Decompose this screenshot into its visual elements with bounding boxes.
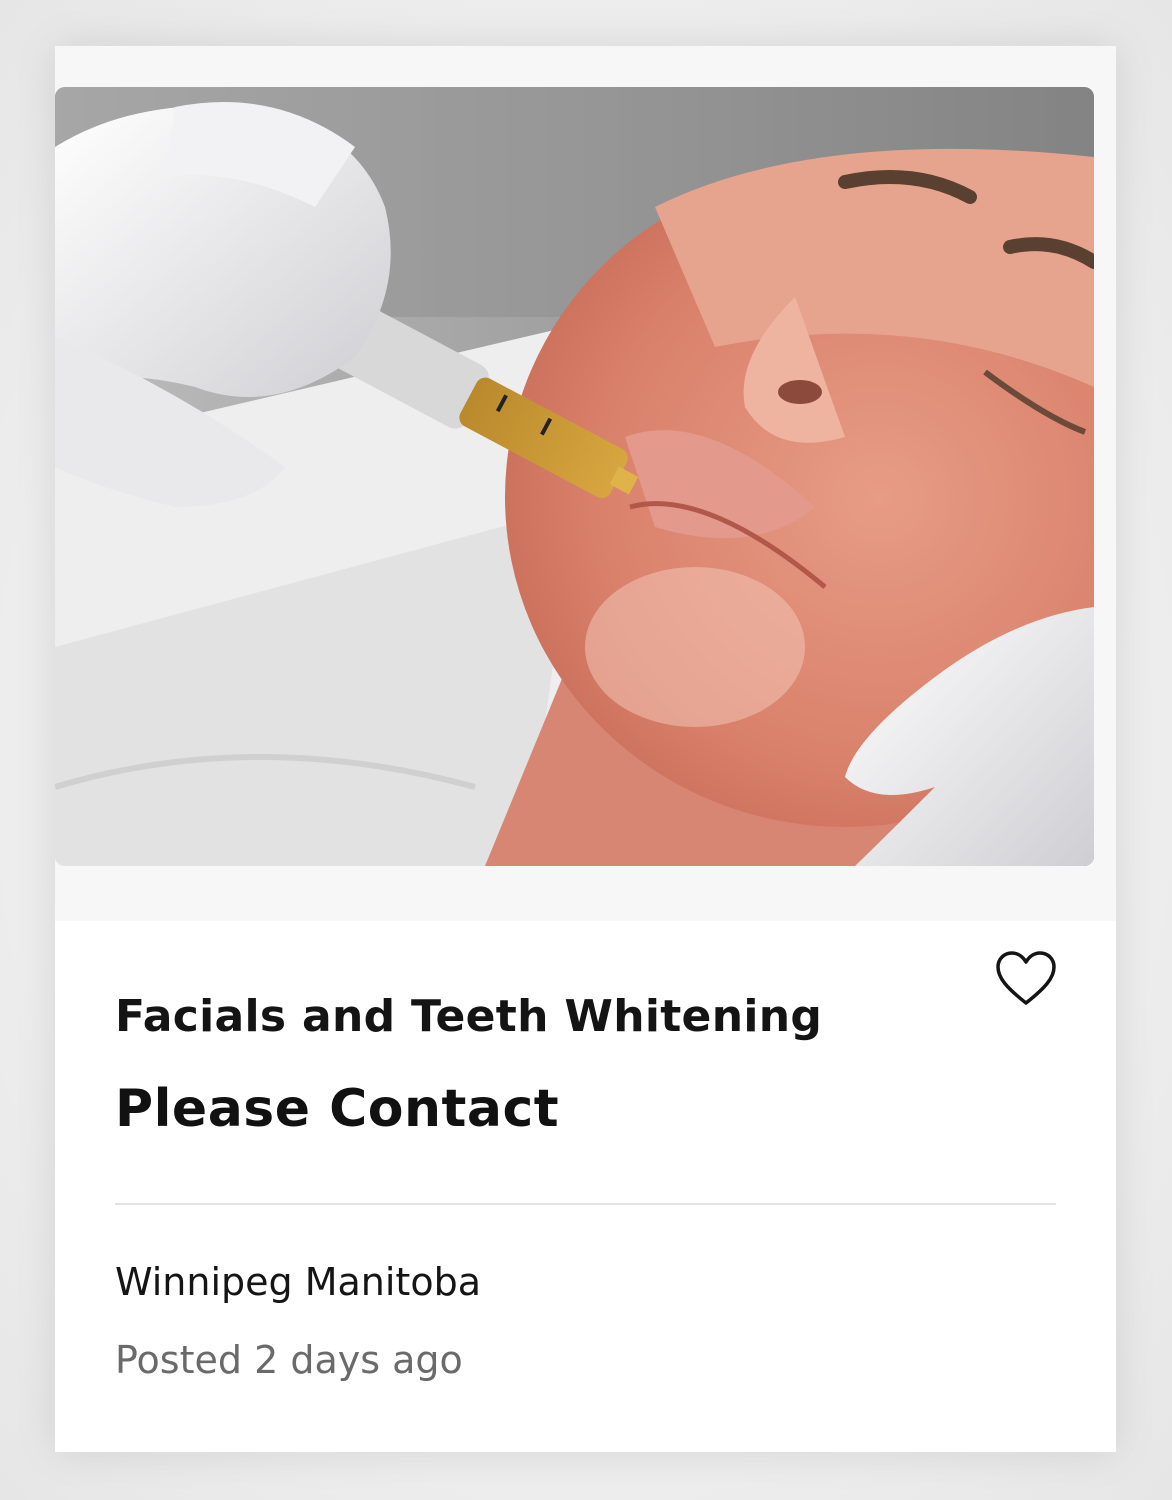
treatment-illustration [55, 87, 1094, 866]
divider [115, 1203, 1056, 1205]
listing-location: Winnipeg Manitoba [115, 1260, 481, 1304]
image-well [55, 46, 1116, 921]
posted-time: Posted 2 days ago [115, 1338, 463, 1382]
favorite-button[interactable] [995, 950, 1057, 1008]
listing-photo[interactable] [55, 87, 1094, 866]
listing-title[interactable]: Facials and Teeth Whitening [115, 989, 975, 1045]
heart-outline-icon [996, 951, 1056, 1005]
listing-card[interactable]: Facials and Teeth Whitening Please Conta… [55, 46, 1116, 1452]
listing-price: Please Contact [115, 1079, 560, 1139]
